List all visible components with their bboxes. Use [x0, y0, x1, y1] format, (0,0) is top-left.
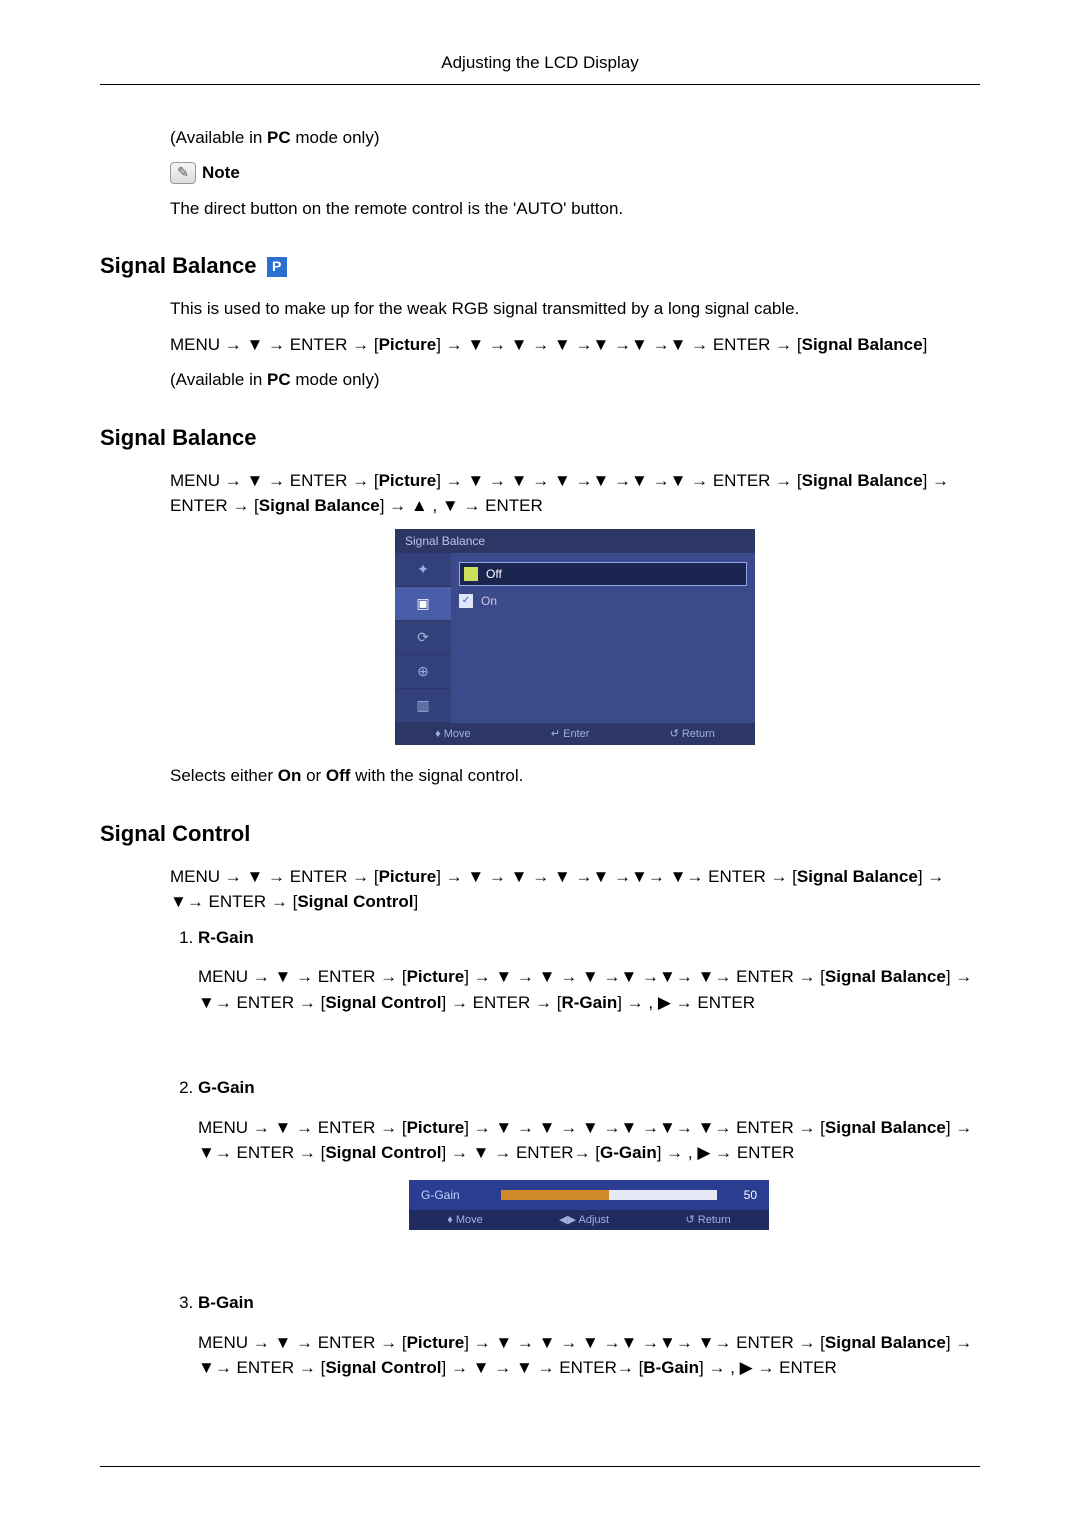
checkbox-icon: ✓ — [459, 594, 473, 608]
side-icon-4[interactable]: ⊕ — [395, 655, 451, 689]
option-on-label: On — [481, 592, 497, 610]
available-note: (Available in PC mode only) — [170, 125, 980, 151]
item-body: MENU → ▼ → ENTER → [Picture] → ▼ → ▼ → ▼… — [198, 1330, 980, 1381]
signal-balance-panel: Signal Balance ✦ ▣ ⟳ ⊕ ▥ Off ✓ On — [395, 529, 755, 746]
note-text: The direct button on the remote control … — [170, 196, 980, 222]
sec2-heading: Signal Balance — [100, 421, 980, 454]
sec3-heading: Signal Control — [100, 817, 980, 850]
sec1-heading: Signal Balance P — [100, 249, 980, 282]
panel-main: Off ✓ On — [451, 553, 755, 723]
side-icon-3[interactable]: ⟳ — [395, 621, 451, 655]
item-title: G-Gain — [198, 1075, 980, 1101]
panel-side: ✦ ▣ ⟳ ⊕ ▥ — [395, 553, 451, 723]
footer-move: ♦ Move — [435, 726, 471, 743]
panel-body: ✦ ▣ ⟳ ⊕ ▥ Off ✓ On — [395, 553, 755, 723]
sec1-desc: This is used to make up for the weak RGB… — [170, 296, 980, 322]
sec1-nav: MENU → ▼ → ENTER → [Picture] → ▼ → ▼ → ▼… — [170, 332, 980, 358]
item-body: MENU → ▼ → ENTER → [Picture] → ▼ → ▼ → ▼… — [198, 964, 980, 1015]
side-icon-2[interactable]: ▣ — [395, 587, 451, 621]
footer-return: ↺ Return — [670, 726, 715, 743]
side-icon-5[interactable]: ▥ — [395, 689, 451, 723]
note-row: ✎ Note — [170, 160, 980, 186]
sec1-body: This is used to make up for the weak RGB… — [170, 296, 980, 393]
option-off[interactable]: Off — [459, 562, 747, 586]
sec2-selects: Selects either On or Off with the signal… — [170, 763, 980, 789]
note-icon: ✎ — [170, 162, 196, 184]
side-icon-1[interactable]: ✦ — [395, 553, 451, 587]
item-title: B-Gain — [198, 1290, 980, 1316]
sec2-nav: MENU → ▼ → ENTER → [Picture] → ▼ → ▼ → ▼… — [170, 468, 980, 519]
p-icon: P — [267, 257, 287, 277]
ggain-label: G-Gain — [421, 1186, 491, 1204]
page-header: Adjusting the LCD Display — [100, 50, 980, 85]
ggain-fill — [501, 1190, 609, 1200]
panel-footer: ♦ Move ↵ Enter ↺ Return — [395, 723, 755, 746]
checkbox-icon — [464, 567, 478, 581]
footer-enter: ↵ Enter — [551, 726, 590, 743]
footer-rule — [100, 1466, 980, 1467]
list-item: B-Gain MENU → ▼ → ENTER → [Picture] → ▼ … — [198, 1290, 980, 1381]
sec3-nav: MENU → ▼ → ENTER → [Picture] → ▼ → ▼ → ▼… — [170, 864, 980, 915]
ggain-top: G-Gain 50 — [409, 1180, 769, 1210]
ggain-slider[interactable] — [501, 1190, 717, 1200]
item-body: MENU → ▼ → ENTER → [Picture] → ▼ → ▼ → ▼… — [198, 1115, 980, 1166]
option-off-label: Off — [486, 565, 502, 583]
item-title: R-Gain — [198, 925, 980, 951]
sec1-title: Signal Balance — [100, 253, 257, 278]
gain-list: R-Gain MENU → ▼ → ENTER → [Picture] → ▼ … — [170, 925, 980, 1381]
list-item: G-Gain MENU → ▼ → ENTER → [Picture] → ▼ … — [198, 1075, 980, 1230]
list-item: R-Gain MENU → ▼ → ENTER → [Picture] → ▼ … — [198, 925, 980, 1016]
footer-adjust: ◀▶ Adjust — [559, 1212, 609, 1229]
footer-move: ♦ Move — [447, 1212, 483, 1229]
note-label: Note — [202, 160, 240, 186]
ggain-value: 50 — [727, 1186, 757, 1204]
sec1-available: (Available in PC mode only) — [170, 367, 980, 393]
option-on[interactable]: ✓ On — [459, 589, 747, 613]
sec3-body: MENU → ▼ → ENTER → [Picture] → ▼ → ▼ → ▼… — [170, 864, 980, 1381]
footer-return: ↺ Return — [686, 1212, 731, 1229]
sec2-body: MENU → ▼ → ENTER → [Picture] → ▼ → ▼ → ▼… — [170, 468, 980, 789]
ggain-panel: G-Gain 50 ♦ Move ◀▶ Adjust ↺ Return — [409, 1180, 769, 1231]
panel-title: Signal Balance — [395, 529, 755, 553]
document-page: Adjusting the LCD Display (Available in … — [0, 0, 1080, 1527]
ggain-footer: ♦ Move ◀▶ Adjust ↺ Return — [409, 1210, 769, 1231]
pc-label: PC — [267, 128, 291, 147]
intro-block: (Available in PC mode only) ✎ Note The d… — [170, 125, 980, 222]
